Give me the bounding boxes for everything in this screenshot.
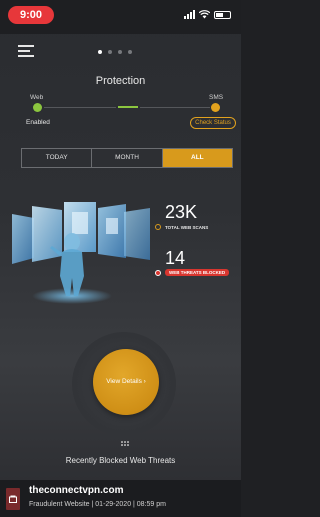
connector-line [140,107,210,108]
page-title: Protection [95,75,146,87]
web-scans-legend: TOTAL WEB SCANS [155,224,208,230]
time-range-tabs: TODAY MONTH ALL [21,148,233,168]
web-label: Web [30,94,44,101]
hero-illustration [12,202,150,304]
wifi-icon [199,10,210,19]
ring-icon [155,224,161,230]
sms-label: SMS [209,94,224,101]
threats-blocked-label: WEB THREATS BLOCKED [165,269,230,276]
connector-line [44,107,116,108]
tab-today[interactable]: TODAY [22,149,91,167]
web-scans-label: TOTAL WEB SCANS [165,224,209,230]
check-status-button[interactable]: Check Status [190,117,236,129]
app-screen: 9:00 Protection Web SMS Enabled Check St… [0,0,241,517]
web-scans-count: 23K [165,202,198,222]
list-item[interactable]: theconnectvpn.com Fraudulent Website | 0… [0,480,241,517]
threat-meta: Fraudulent Website | 01-29-2020 | 08:59 … [29,501,166,508]
web-enabled-label: Enabled [26,119,50,126]
battery-icon [214,11,231,19]
threats-legend: WEB THREATS BLOCKED [155,269,230,276]
threat-icon [6,488,20,510]
drag-handle-icon[interactable] [121,441,129,446]
threat-domain: theconnectvpn.com [29,485,124,496]
hamburger-menu-icon[interactable] [18,45,34,57]
view-details-button[interactable]: View Details › [93,349,159,415]
sms-status-dot[interactable] [211,103,220,112]
ring-icon [155,269,161,276]
status-icons [184,9,231,19]
recent-threats-title: Recently Blocked Web Threats [65,456,176,465]
web-status-dot[interactable] [33,103,42,112]
threats-blocked-count: 14 [165,248,186,268]
tab-month[interactable]: MONTH [91,149,161,167]
page-indicator[interactable] [98,50,132,54]
status-time: 9:00 [8,6,54,24]
status-bar: 9:00 [0,0,241,34]
connector-highlight [118,106,138,108]
signal-icon [184,10,195,19]
tab-all[interactable]: ALL [161,149,232,167]
